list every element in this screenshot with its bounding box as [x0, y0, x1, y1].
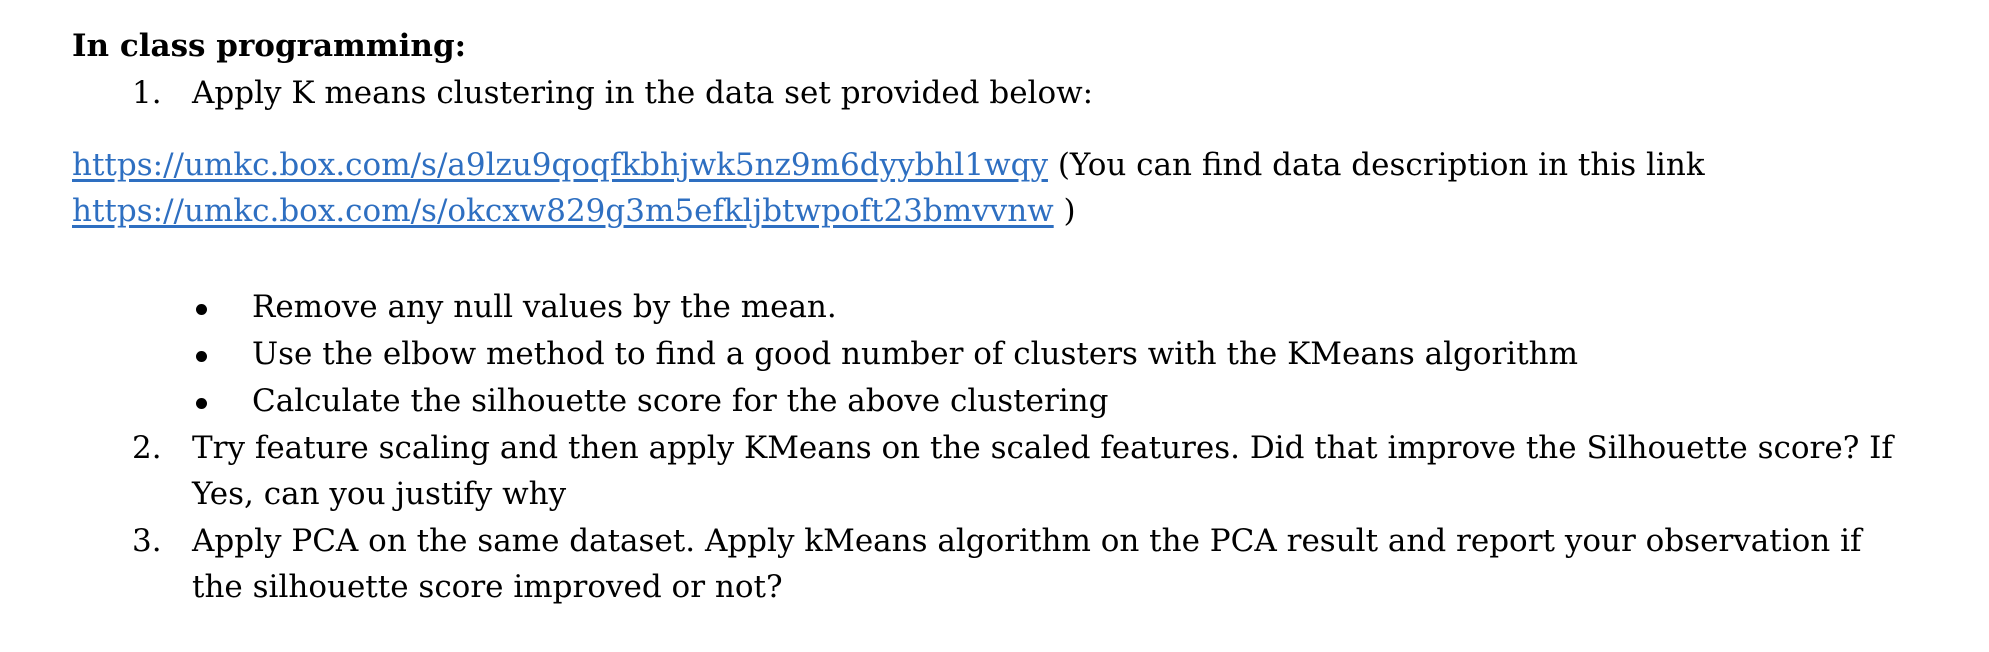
- link-line-2: https://umkc.box.com/s/okcxw829g3m5efklj…: [72, 188, 1972, 234]
- item-text-line-1: Try feature scaling and then apply KMean…: [192, 430, 1893, 466]
- item-number: 1.: [132, 75, 162, 111]
- section-heading: In class programming:: [72, 28, 467, 64]
- data-description-link[interactable]: https://umkc.box.com/s/okcxw829g3m5efklj…: [72, 193, 1054, 229]
- bullet-text: Remove any null values by the mean.: [252, 289, 837, 325]
- data-set-link[interactable]: https://umkc.box.com/s/a9lzu9qoqfkbhjwk5…: [72, 147, 1048, 183]
- description-prefix-text: (You can find data description in this l…: [1047, 147, 1705, 183]
- item-number: 3.: [132, 523, 162, 559]
- item-text-line-2: the silhouette score improved or not?: [192, 569, 783, 605]
- item-text-line-2: Yes, can you justify why: [192, 476, 567, 512]
- links-paragraph: https://umkc.box.com/s/a9lzu9qoqfkbhjwk5…: [72, 142, 1972, 234]
- item-number: 2.: [132, 430, 162, 466]
- bullet-text: Calculate the silhouette score for the a…: [252, 383, 1109, 419]
- bullet-text: Use the elbow method to find a good numb…: [252, 336, 1579, 372]
- item-text-line-1: Apply PCA on the same dataset. Apply kMe…: [192, 523, 1862, 559]
- link-line-1: https://umkc.box.com/s/a9lzu9qoqfkbhjwk5…: [72, 142, 1972, 188]
- description-suffix-text: ): [1053, 193, 1076, 229]
- item-text: Apply K means clustering in the data set…: [192, 75, 1094, 111]
